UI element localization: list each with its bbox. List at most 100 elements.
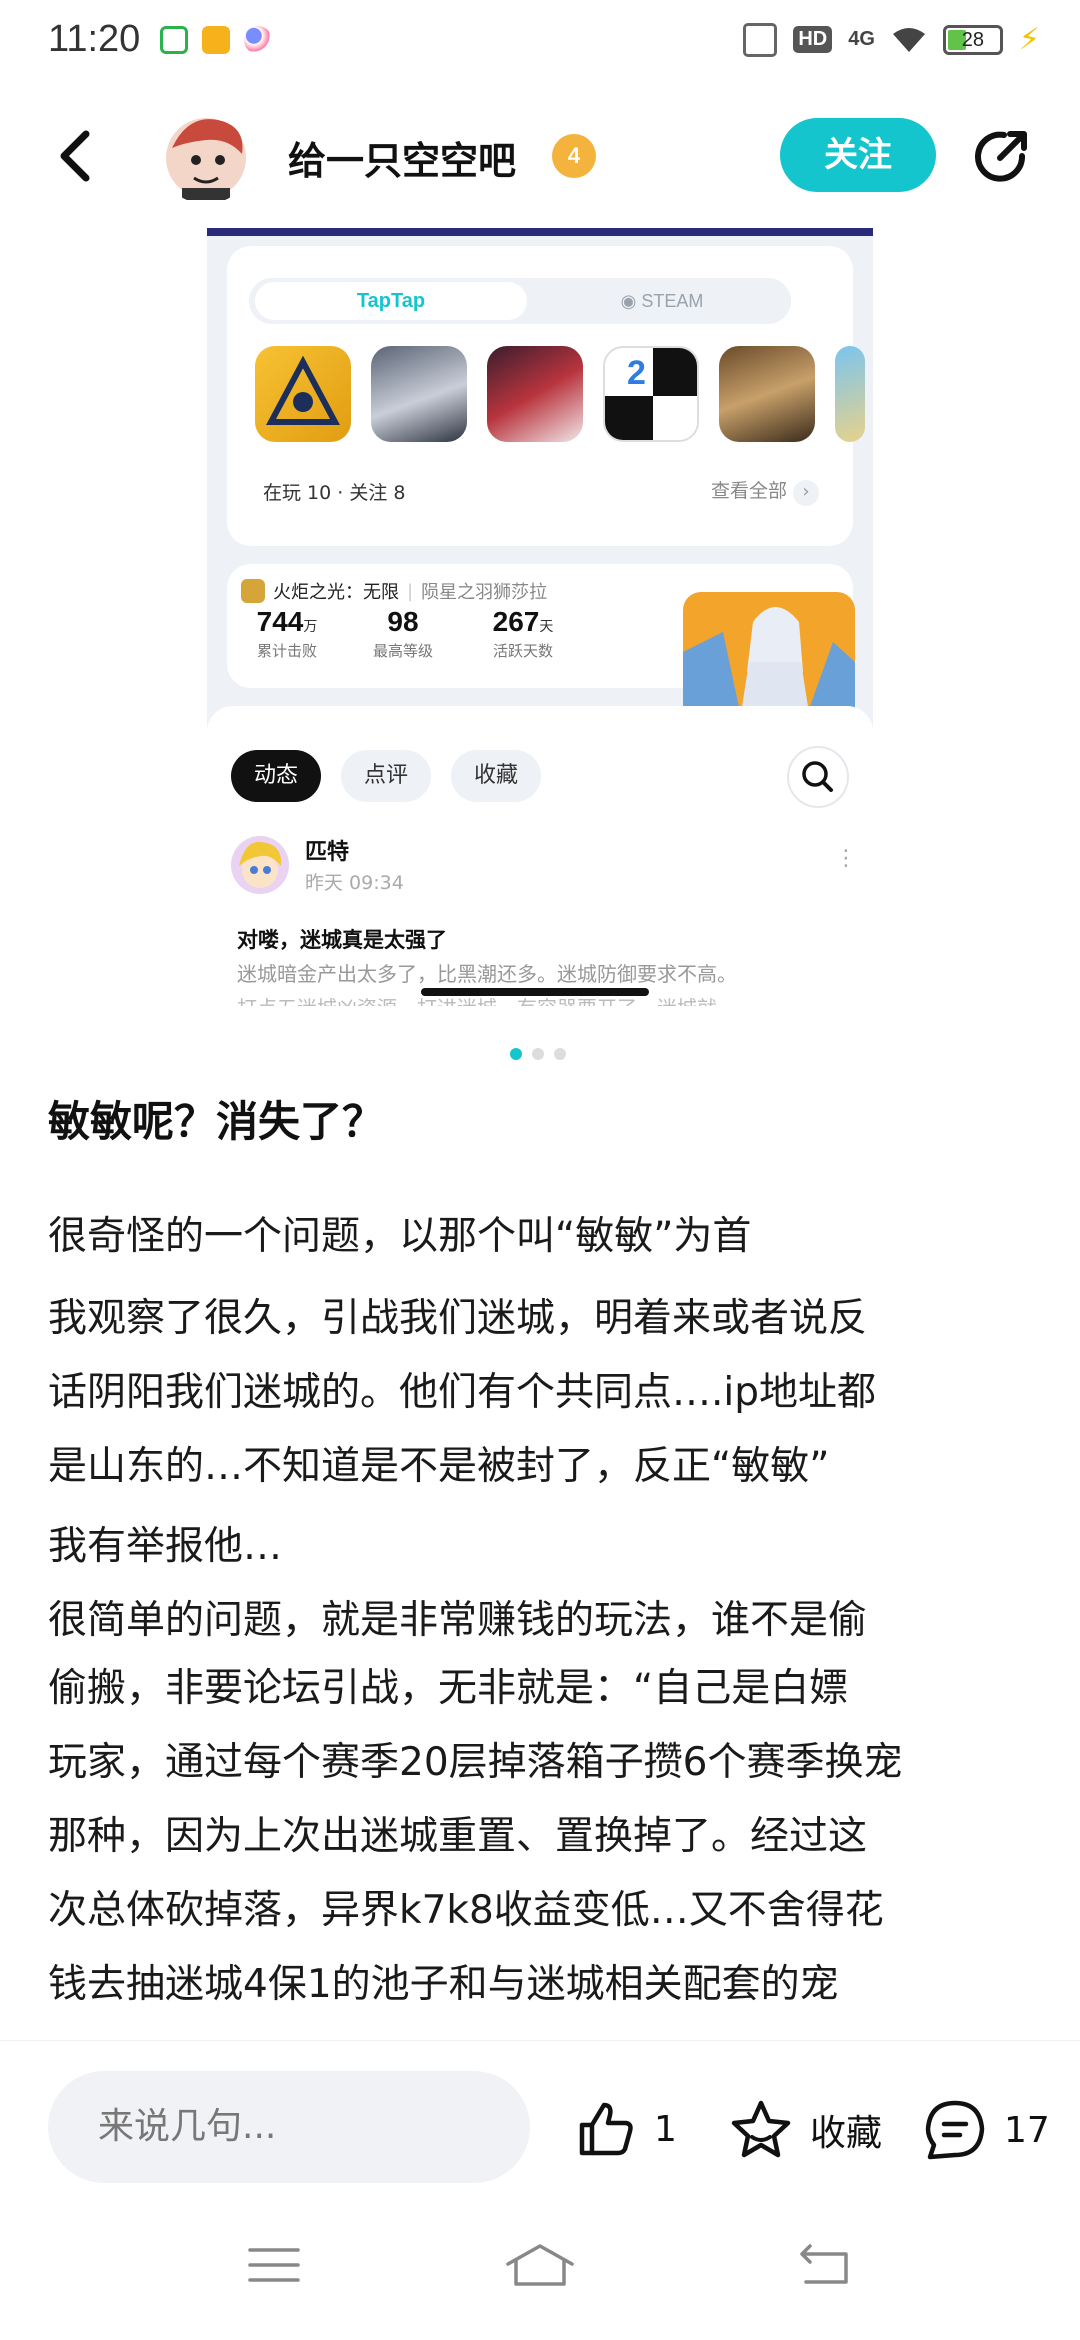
chevron-right-icon: › [793, 480, 819, 506]
comment-icon [925, 2100, 985, 2160]
game-mini-icon [241, 579, 265, 603]
post-body: 很奇怪的一个问题，以那个叫“敏敏”为首 我观察了很久，引战我们迷城，明着来或者说… [48, 1200, 1038, 2022]
post-excerpt: 迷城暗金产出太多了，比黑潮还多。迷城防御要求不高。 [237, 962, 737, 986]
svg-text:2: 2 [627, 354, 646, 392]
status-bar: 11:20 HD 4G 28 ⚡ [0, 0, 1080, 84]
search-button-image [787, 746, 849, 808]
tab-dynamics: 动态 [231, 750, 321, 802]
stat-value: 744 [256, 606, 304, 637]
stat-unit: 天 [539, 619, 554, 635]
body-line: 玩家，通过每个赛季20层掉落箱子攒6个赛季换宠 [48, 1740, 903, 1785]
menu-icon [248, 2248, 300, 2282]
body-line: 话阴阳我们迷城的。他们有个共同点….ip地址都 [48, 1370, 876, 1415]
level-badge: 4 [552, 134, 596, 178]
share-icon [975, 131, 1027, 182]
character-name: 陨星之羽狮莎拉 [421, 582, 548, 603]
signal-icon: 4G [848, 28, 875, 50]
search-icon [802, 761, 833, 792]
system-back-button[interactable] [794, 2240, 854, 2290]
star-icon [731, 2100, 791, 2158]
pager-dot-active [510, 1048, 522, 1060]
stat-level: 98 最高等级 [353, 606, 453, 661]
comments-button[interactable]: 17 [922, 2097, 1050, 2163]
battery-icon: 28 [942, 24, 1003, 55]
like-count: 1 [654, 2108, 677, 2150]
post-title: 对喽，迷城真是太强了 [237, 928, 447, 952]
image-pager [510, 1048, 566, 1060]
like-button[interactable]: 1 [574, 2097, 677, 2161]
game-icon [835, 346, 865, 442]
back-arrow-icon [60, 130, 90, 182]
stat-label: 累计击败 [256, 642, 317, 660]
status-time: 11:20 [48, 18, 141, 60]
body-line: 很简单的问题，就是非常赚钱的玩法，谁不是偷 [48, 1598, 868, 1643]
pager-dot [532, 1048, 544, 1060]
game-icon [487, 346, 583, 442]
post-image[interactable]: TapTap ◉ STEAM 2 在玩 10 · 关注 8 查看全部 › 火炬之光… [207, 228, 873, 1010]
body-line: 那种，因为上次出迷城重置、置换掉了。经过这 [48, 1814, 868, 1859]
author-name[interactable]: 给一只空空吧 [288, 130, 516, 185]
post-heading: 敏敏呢？消失了？ [48, 1097, 385, 1146]
post-author: 匹特 [305, 840, 350, 865]
tab-reviews: 点评 [341, 750, 431, 802]
home-indicator-bar [421, 988, 649, 996]
body-line: 我有举报他… [48, 1524, 283, 1569]
divider: | [407, 580, 414, 602]
playing-summary: 在玩 10 · 关注 8 [263, 482, 406, 504]
share-button[interactable] [970, 126, 1032, 188]
tab-favorites: 收藏 [451, 750, 541, 802]
notification-icons [160, 26, 272, 54]
app-icon [244, 26, 272, 54]
thumbs-up-icon [579, 2102, 633, 2156]
tab-steam: ◉ STEAM [620, 291, 704, 311]
battery-level: 28 [961, 28, 985, 51]
charging-icon: ⚡ [1018, 22, 1040, 57]
hd-icon: HD [793, 26, 833, 53]
header: 给一只空空吧 4 关注 [0, 100, 1080, 220]
author-avatar[interactable] [158, 108, 254, 204]
mail-icon [202, 26, 230, 54]
stat-value: 267 [492, 606, 540, 637]
body-line: 很奇怪的一个问题，以那个叫“敏敏”为首 [48, 1214, 752, 1259]
home-button[interactable] [504, 2240, 576, 2290]
body-line: 钱去抽迷城4保1的池子和与迷城相关配套的宠 [48, 1962, 839, 2007]
back-button[interactable] [48, 126, 108, 186]
messages-icon [160, 26, 188, 54]
tab-taptap: TapTap [255, 282, 527, 320]
game-icon [719, 346, 815, 442]
bottom-action-bar: 来说几句... 1 收藏 17 [0, 2040, 1080, 2190]
game-icon-row: 2 [255, 346, 865, 442]
follow-button[interactable]: 关注 [780, 118, 936, 192]
post-author-avatar [231, 836, 289, 894]
more-icon: ⋮ [835, 846, 857, 871]
stat-label: 活跃天数 [492, 642, 553, 660]
game-icon: 2 [603, 346, 699, 442]
comment-count: 17 [1004, 2109, 1050, 2151]
view-all-label: 查看全部 [710, 480, 787, 502]
vibrate-icon [743, 22, 778, 57]
stat-value: 98 [387, 606, 419, 637]
home-icon [506, 2244, 574, 2286]
image-top-band [207, 228, 873, 236]
wifi-icon [891, 26, 927, 54]
body-line: 我观察了很久，引战我们迷城，明着来或者说反 [48, 1296, 868, 1341]
game-icon [371, 346, 467, 442]
game-name-row: 火炬之光：无限 | 陨星之羽狮莎拉 [241, 578, 547, 604]
back-icon [800, 2244, 848, 2284]
menu-button[interactable] [244, 2240, 304, 2290]
post-time: 昨天 09:34 [305, 872, 404, 894]
game-title: 火炬之光：无限 [273, 582, 399, 603]
favorite-button[interactable]: 收藏 [728, 2097, 882, 2163]
body-line: 次总体砍掉落，异界k7k8收益变低…又不舍得花 [48, 1888, 884, 1933]
stat-label: 最高等级 [372, 642, 433, 660]
stat-unit: 万 [303, 619, 318, 635]
favorite-label: 收藏 [810, 2113, 883, 2154]
stat-active-days: 267天 活跃天数 [473, 606, 573, 661]
view-all-link: 查看全部 › [711, 476, 819, 506]
system-indicators: HD 4G 28 ⚡ [743, 22, 1040, 57]
steam-label: STEAM [641, 291, 704, 311]
stat-kills: 744万 累计击败 [237, 606, 337, 661]
body-line: 是山东的…不知道是不是被封了，反正“敏敏” [48, 1444, 830, 1489]
comment-input[interactable]: 来说几句... [48, 2071, 530, 2183]
game-icon [255, 346, 351, 442]
